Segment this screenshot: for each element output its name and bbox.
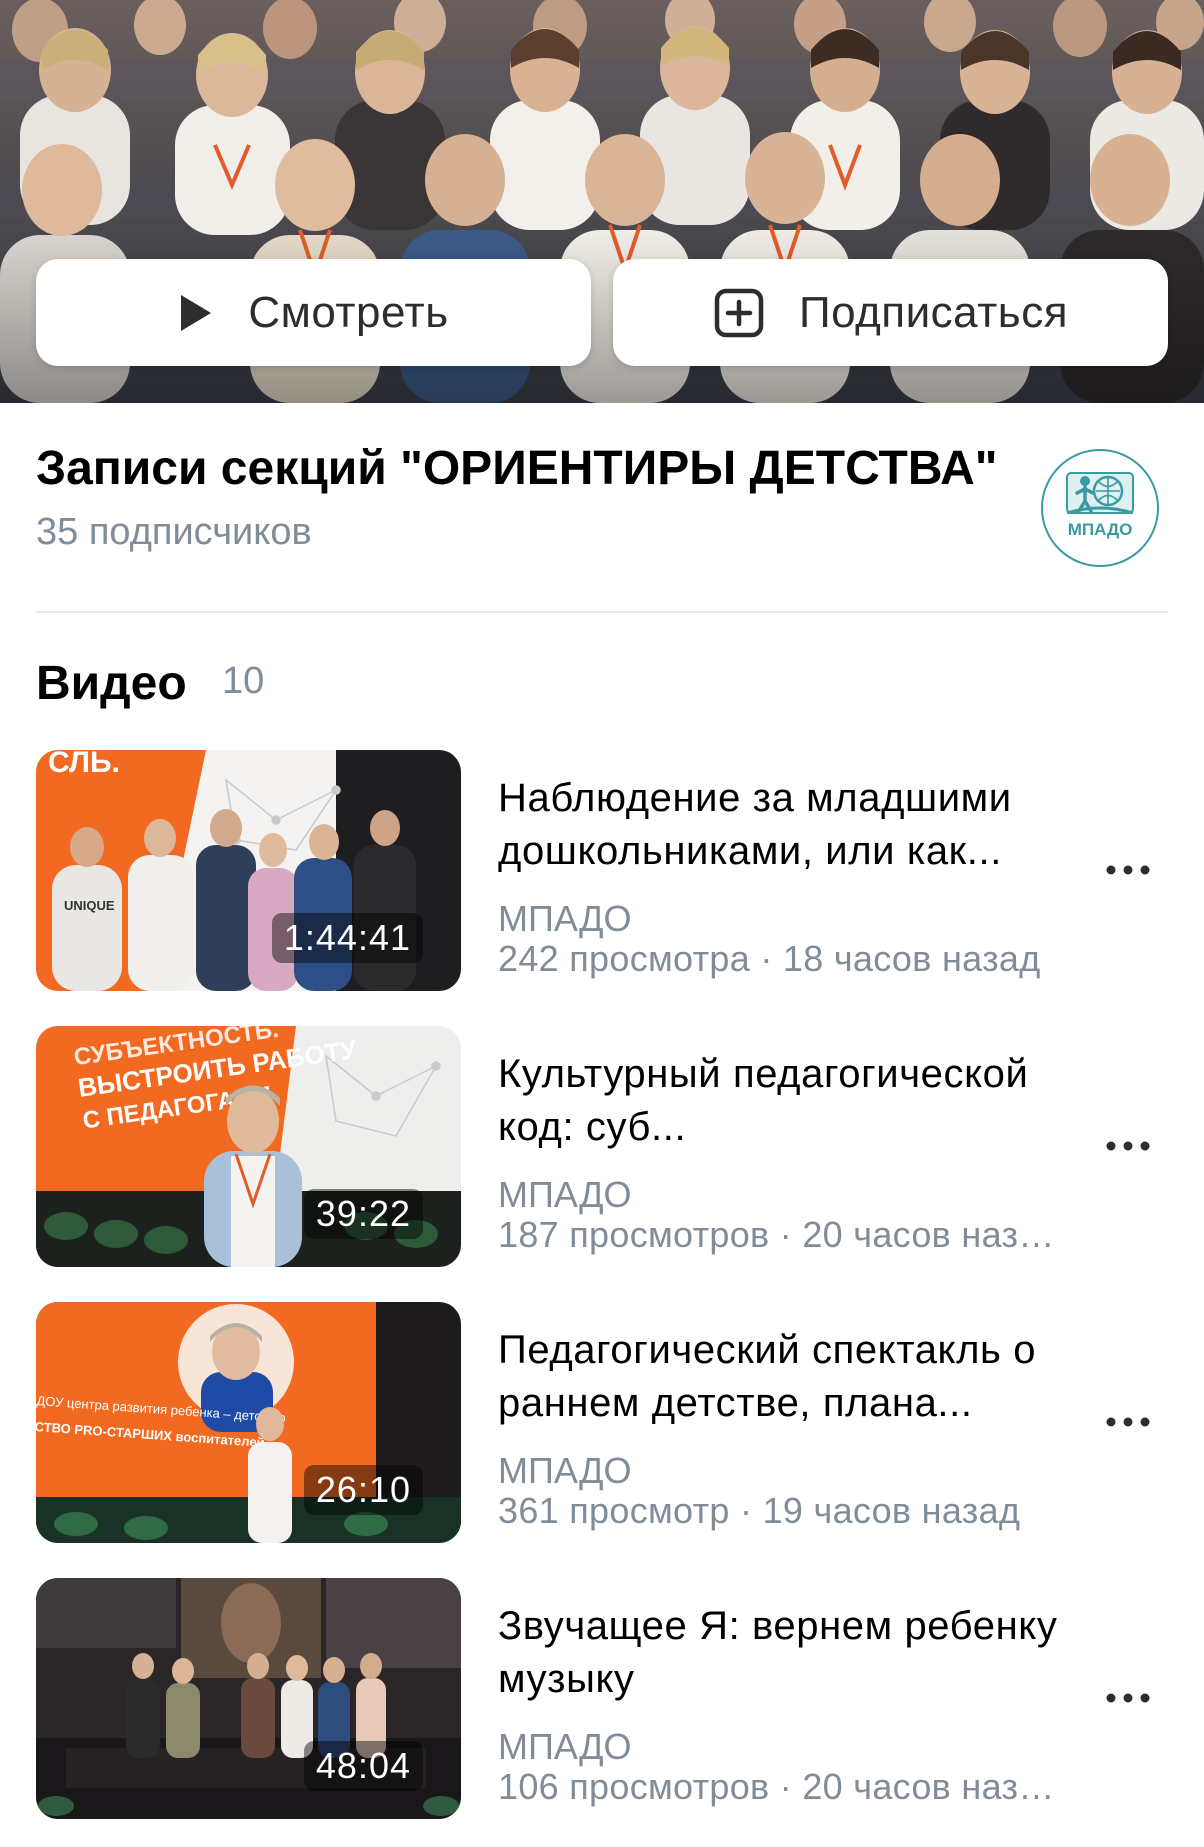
video-meta: 106 просмотров · 20 часов назад (498, 1766, 1058, 1807)
more-dots-icon (1106, 1417, 1150, 1427)
more-dots-icon (1106, 865, 1150, 875)
video-duration: 39:22 (303, 1189, 423, 1239)
video-title[interactable]: Наблюдение за младшими дошкольниками, ил… (498, 772, 1068, 878)
more-options-button[interactable] (1100, 1678, 1156, 1718)
video-thumbnail[interactable]: ДОУ центра развития ребенка – детского С… (36, 1302, 461, 1543)
channel-title: Записи секций "ОРИЕНТИРЫ ДЕТСТВА" (36, 442, 998, 495)
video-meta: 361 просмотр · 19 часов назад (498, 1490, 1021, 1531)
subscribe-button[interactable]: Подписаться (613, 259, 1168, 366)
videos-heading: Видео (36, 657, 187, 710)
video-title[interactable]: Педагогический спектакль о раннем детств… (498, 1324, 1068, 1430)
video-thumbnail[interactable]: СЛЬ. UNIQUE 1:44:41 (36, 750, 461, 991)
video-meta: 187 просмотров · 20 часов назад (498, 1214, 1058, 1255)
channel-cover: Смотреть Подписаться (0, 0, 1204, 403)
video-thumbnail[interactable]: СУБЪЕКТНОСТЬ. ВЫСТРОИТЬ РАБОТУ С ПЕДАГОГ… (36, 1026, 461, 1267)
subscriber-count: 35 подписчиков (36, 511, 312, 553)
add-square-icon (713, 287, 765, 339)
watch-button-label: Смотреть (248, 287, 449, 337)
play-icon (178, 293, 214, 333)
avatar-text: МПАДО (1068, 520, 1133, 539)
subscribe-button-label: Подписаться (798, 287, 1069, 337)
videos-count: 10 (222, 660, 265, 702)
more-options-button[interactable] (1100, 850, 1156, 890)
more-options-button[interactable] (1100, 1126, 1156, 1166)
more-dots-icon (1106, 1141, 1150, 1151)
video-meta: 242 просмотра · 18 часов назад (498, 938, 1041, 979)
svg-text:UNIQUE: UNIQUE (64, 898, 115, 913)
video-duration: 1:44:41 (271, 913, 423, 963)
video-item[interactable]: СЛЬ. UNIQUE 1:44:41 Наблюдение за младши… (0, 750, 1204, 992)
video-item[interactable]: ДОУ центра развития ребенка – детского С… (0, 1302, 1204, 1544)
more-options-button[interactable] (1100, 1402, 1156, 1442)
channel-avatar[interactable]: МПАДО (1041, 449, 1159, 567)
video-title[interactable]: Звучащее Я: вернем ребенку музыку (498, 1600, 1068, 1706)
video-duration: 26:10 (303, 1465, 423, 1515)
video-item[interactable]: 48:04 Звучащее Я: вернем ребенку музыку … (0, 1578, 1204, 1820)
video-author[interactable]: МПАДО (498, 1174, 631, 1216)
watch-button[interactable]: Смотреть (36, 259, 591, 366)
thumbnail-text: СЛЬ. (48, 750, 120, 779)
video-author[interactable]: МПАДО (498, 1726, 631, 1768)
more-dots-icon (1106, 1693, 1150, 1703)
header-divider (36, 611, 1168, 613)
video-thumbnail[interactable]: 48:04 (36, 1578, 461, 1819)
video-title[interactable]: Культурный педагогической код: суб... (498, 1048, 1068, 1154)
video-duration: 48:04 (303, 1741, 423, 1791)
video-author[interactable]: МПАДО (498, 1450, 631, 1492)
video-item[interactable]: СУБЪЕКТНОСТЬ. ВЫСТРОИТЬ РАБОТУ С ПЕДАГОГ… (0, 1026, 1204, 1268)
video-author[interactable]: МПАДО (498, 898, 631, 940)
mpado-logo: МПАДО (1045, 453, 1155, 563)
